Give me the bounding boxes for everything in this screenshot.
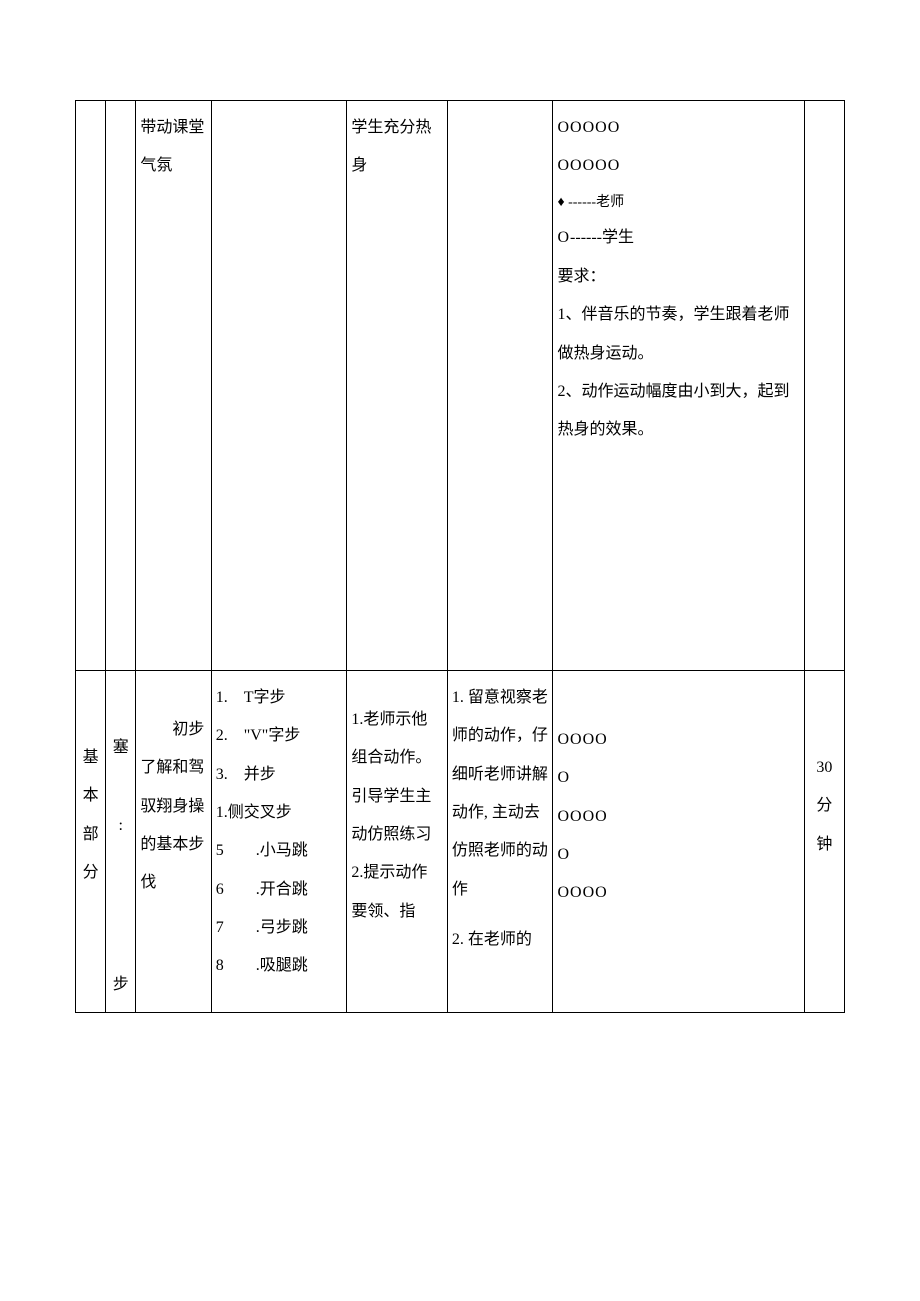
requirements-label: 要求： — [557, 258, 799, 296]
row2-col2: 塞 : 步 — [106, 670, 136, 1012]
requirement-item: 1、伴音乐的节奏，学生跟着老师做热身运动。 — [557, 296, 799, 373]
row1-col6 — [447, 101, 553, 671]
step-item: 5 .小马跳 — [216, 832, 343, 870]
row2-col7: OOOO O OOOO O OOOO — [553, 670, 804, 1012]
step-item: 2. "V"字步 — [216, 717, 343, 755]
formation-row: O — [557, 836, 799, 874]
teacher-activity: 1.老师示他组合动作。引导学生主动仿照练习 — [351, 701, 443, 855]
row2-col6: 1. 留意视察老师的动作，仔细听老师讲解动作, 主动去仿照老师的动作 2. 在老… — [447, 670, 553, 1012]
step-item: 7 .弓步跳 — [216, 909, 343, 947]
lesson-plan-table: 带动课堂气氛 学生充分热身 OOOOO OOOOO ♦ ------老师 O--… — [75, 100, 845, 1013]
legend-student: O------学生 — [557, 219, 799, 257]
goal-text-indent: 初 — [140, 721, 188, 738]
student-activity: 1. 留意视察老师的动作，仔细听老师讲解动作, 主动去仿照老师的动作 — [452, 679, 549, 909]
student-activity: 2. 在老师的 — [452, 921, 549, 959]
row2-col4: 1. T字步 2. "V"字步 3. 并步 1.侧交叉步 5 .小马跳 6 .开… — [211, 670, 347, 1012]
step-item: 3. 并步 — [216, 756, 343, 794]
step-item: 8 .吸腿跳 — [216, 947, 343, 985]
teacher-activity: 2.提示动作要领、指 — [351, 854, 443, 931]
formation-row: OOOO — [557, 798, 799, 836]
row1-col3: 带动课堂气氛 — [136, 101, 211, 671]
row1-col7: OOOOO OOOOO ♦ ------老师 O------学生 要求： 1、伴… — [553, 101, 804, 671]
formation-row: OOOOO — [557, 109, 799, 147]
table-row: 带动课堂气氛 学生充分热身 OOOOO OOOOO ♦ ------老师 O--… — [76, 101, 845, 671]
row1-col8 — [804, 101, 844, 671]
table-row: 基本部分 塞 : 步 初步了解和驾驭翔身操的基本步伐 1. T字步 2. "V"… — [76, 670, 845, 1012]
goal-text: 步了解和驾驭翔身操的基本步伐 — [140, 721, 204, 892]
formation-row: O — [557, 759, 799, 797]
requirement-item: 2、动作运动幅度由小到大，起到热身的效果。 — [557, 373, 799, 450]
legend-teacher: ♦ ------老师 — [557, 186, 799, 220]
duration: 30分钟 — [804, 670, 844, 1012]
row2-col5: 1.老师示他组合动作。引导学生主动仿照练习 2.提示动作要领、指 — [347, 670, 448, 1012]
row1-col4 — [211, 101, 347, 671]
step-item: 1.侧交叉步 — [216, 794, 343, 832]
step-item: 6 .开合跳 — [216, 871, 343, 909]
formation-row: OOOO — [557, 721, 799, 759]
row1-col5: 学生充分热身 — [347, 101, 448, 671]
formation-row: OOOOO — [557, 147, 799, 185]
row1-col2 — [106, 101, 136, 671]
section-label: 基本部分 — [76, 670, 106, 1012]
row1-col1 — [76, 101, 106, 671]
row2-col3: 初步了解和驾驭翔身操的基本步伐 — [136, 670, 211, 1012]
formation-row: OOOO — [557, 874, 799, 912]
step-item: 1. T字步 — [216, 679, 343, 717]
